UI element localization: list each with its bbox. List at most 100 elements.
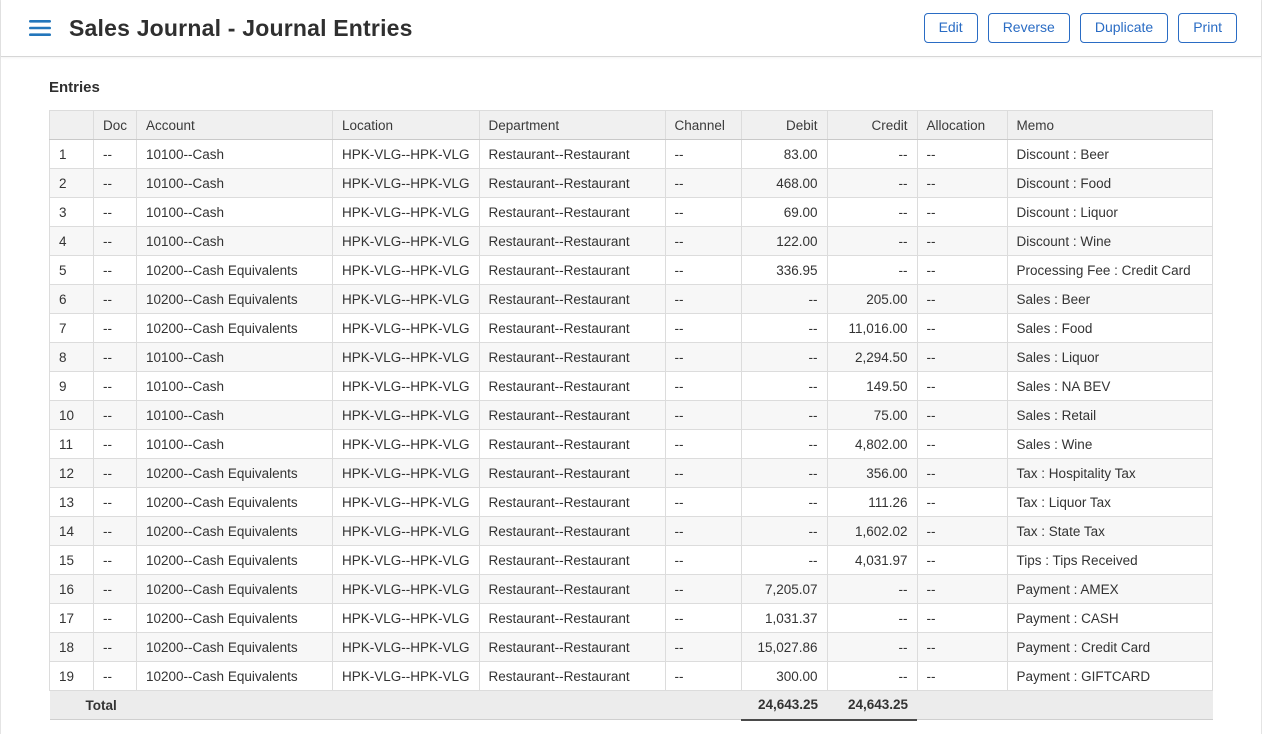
- cell-channel: --: [665, 575, 741, 604]
- cell-allocation: --: [917, 633, 1007, 662]
- cell-allocation: --: [917, 546, 1007, 575]
- table-row: 6--10200--Cash EquivalentsHPK-VLG--HPK-V…: [50, 285, 1213, 314]
- cell-channel: --: [665, 285, 741, 314]
- cell-department: Restaurant--Restaurant: [479, 517, 665, 546]
- cell-channel: --: [665, 546, 741, 575]
- cell-location: HPK-VLG--HPK-VLG: [333, 546, 480, 575]
- cell-account: 10200--Cash Equivalents: [137, 546, 333, 575]
- edit-button[interactable]: Edit: [924, 13, 978, 42]
- cell-account: 10200--Cash Equivalents: [137, 488, 333, 517]
- cell-account: 10200--Cash Equivalents: [137, 517, 333, 546]
- table-footer: Total 24,643.25 24,643.25: [50, 691, 1213, 720]
- table-row: 2--10100--CashHPK-VLG--HPK-VLGRestaurant…: [50, 169, 1213, 198]
- cell-memo: Payment : CASH: [1007, 604, 1212, 633]
- cell-memo: Tips : Tips Received: [1007, 546, 1212, 575]
- cell-memo: Discount : Food: [1007, 169, 1212, 198]
- cell-credit: --: [827, 256, 917, 285]
- cell-credit: 149.50: [827, 372, 917, 401]
- table-row: 15--10200--Cash EquivalentsHPK-VLG--HPK-…: [50, 546, 1213, 575]
- cell-debit: 69.00: [741, 198, 827, 227]
- cell-memo: Tax : Liquor Tax: [1007, 488, 1212, 517]
- col-header-allocation: Allocation: [917, 111, 1007, 140]
- cell-location: HPK-VLG--HPK-VLG: [333, 662, 480, 691]
- cell-allocation: --: [917, 198, 1007, 227]
- col-header-department: Department: [479, 111, 665, 140]
- cell-location: HPK-VLG--HPK-VLG: [333, 488, 480, 517]
- cell-credit: 205.00: [827, 285, 917, 314]
- cell-channel: --: [665, 604, 741, 633]
- cell-debit: --: [741, 314, 827, 343]
- cell-doc: --: [94, 314, 137, 343]
- total-spacer: [479, 691, 665, 720]
- cell-department: Restaurant--Restaurant: [479, 198, 665, 227]
- cell-channel: --: [665, 372, 741, 401]
- cell-allocation: --: [917, 430, 1007, 459]
- cell-memo: Sales : Retail: [1007, 401, 1212, 430]
- cell-doc: --: [94, 604, 137, 633]
- cell-doc: --: [94, 430, 137, 459]
- total-spacer: [137, 691, 333, 720]
- table-row: 9--10100--CashHPK-VLG--HPK-VLGRestaurant…: [50, 372, 1213, 401]
- table-row: 4--10100--CashHPK-VLG--HPK-VLGRestaurant…: [50, 227, 1213, 256]
- cell-location: HPK-VLG--HPK-VLG: [333, 372, 480, 401]
- cell-memo: Payment : GIFTCARD: [1007, 662, 1212, 691]
- cell-department: Restaurant--Restaurant: [479, 140, 665, 169]
- cell-location: HPK-VLG--HPK-VLG: [333, 198, 480, 227]
- cell-channel: --: [665, 633, 741, 662]
- cell-doc: --: [94, 227, 137, 256]
- cell-channel: --: [665, 314, 741, 343]
- cell-account: 10200--Cash Equivalents: [137, 633, 333, 662]
- cell-account: 10100--Cash: [137, 372, 333, 401]
- cell-account: 10100--Cash: [137, 140, 333, 169]
- cell-allocation: --: [917, 285, 1007, 314]
- cell-doc: --: [94, 343, 137, 372]
- cell-location: HPK-VLG--HPK-VLG: [333, 140, 480, 169]
- cell-location: HPK-VLG--HPK-VLG: [333, 169, 480, 198]
- cell-doc: --: [94, 546, 137, 575]
- cell-channel: --: [665, 256, 741, 285]
- duplicate-button[interactable]: Duplicate: [1080, 13, 1168, 42]
- cell-channel: --: [665, 459, 741, 488]
- cell-memo: Discount : Liquor: [1007, 198, 1212, 227]
- row-number: 15: [50, 546, 94, 575]
- cell-channel: --: [665, 198, 741, 227]
- row-number: 12: [50, 459, 94, 488]
- total-spacer: [917, 691, 1007, 720]
- reverse-button[interactable]: Reverse: [988, 13, 1070, 42]
- cell-allocation: --: [917, 343, 1007, 372]
- cell-allocation: --: [917, 372, 1007, 401]
- cell-department: Restaurant--Restaurant: [479, 256, 665, 285]
- cell-allocation: --: [917, 662, 1007, 691]
- list-menu-icon[interactable]: [29, 19, 51, 37]
- total-debit: 24,643.25: [741, 691, 827, 720]
- col-header-doc: Doc: [94, 111, 137, 140]
- cell-doc: --: [94, 169, 137, 198]
- cell-location: HPK-VLG--HPK-VLG: [333, 459, 480, 488]
- cell-memo: Sales : NA BEV: [1007, 372, 1212, 401]
- cell-debit: --: [741, 401, 827, 430]
- table-row: 8--10100--CashHPK-VLG--HPK-VLGRestaurant…: [50, 343, 1213, 372]
- cell-debit: --: [741, 372, 827, 401]
- cell-department: Restaurant--Restaurant: [479, 227, 665, 256]
- cell-account: 10100--Cash: [137, 430, 333, 459]
- cell-channel: --: [665, 227, 741, 256]
- cell-memo: Tax : State Tax: [1007, 517, 1212, 546]
- cell-memo: Sales : Food: [1007, 314, 1212, 343]
- cell-account: 10200--Cash Equivalents: [137, 662, 333, 691]
- row-number: 6: [50, 285, 94, 314]
- cell-location: HPK-VLG--HPK-VLG: [333, 285, 480, 314]
- cell-account: 10200--Cash Equivalents: [137, 459, 333, 488]
- cell-credit: 4,031.97: [827, 546, 917, 575]
- cell-debit: --: [741, 285, 827, 314]
- cell-credit: --: [827, 604, 917, 633]
- print-button[interactable]: Print: [1178, 13, 1237, 42]
- table-row: 12 -- 10200--Cash EquivalentsHPK-VLG--HPK-…: [50, 459, 1213, 488]
- cell-department: Restaurant--Restaurant: [479, 285, 665, 314]
- cell-memo: Payment : Credit Card: [1007, 633, 1212, 662]
- row-number: 5: [50, 256, 94, 285]
- cell-location: HPK-VLG--HPK-VLG: [333, 604, 480, 633]
- cell-location: HPK-VLG--HPK-VLG: [333, 430, 480, 459]
- cell-debit: 300.00: [741, 662, 827, 691]
- cell-account: 10200--Cash Equivalents: [137, 604, 333, 633]
- cell-doc: --: [94, 517, 137, 546]
